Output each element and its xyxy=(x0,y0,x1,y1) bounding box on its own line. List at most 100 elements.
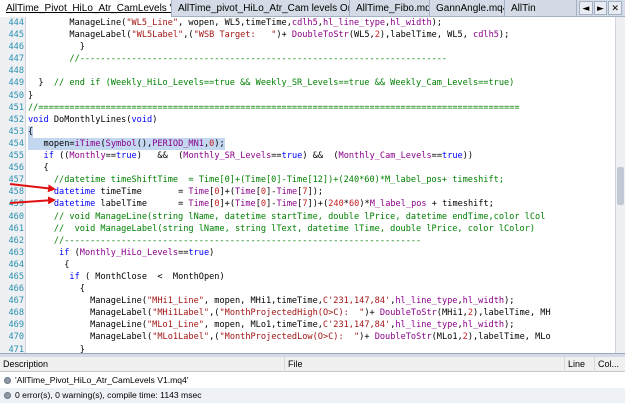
error-list-row[interactable]: 0 error(s), 0 warning(s), compile time: … xyxy=(0,388,625,403)
tab-alltime-fibo[interactable]: AllTime_Fibo.mq4 xyxy=(350,0,430,17)
tab-alltime-pivot-v1[interactable]: AllTime_Pivot_HiLo_Atr_CamLevels V1.mq4 xyxy=(0,0,172,18)
line-text: ManageLabel("MHi1Label",("MonthProjected… xyxy=(28,307,551,319)
error-list-row[interactable]: 'AllTime_Pivot_HiLo_Atr_CamLevels V1.mq4… xyxy=(0,373,625,388)
vertical-scrollbar[interactable] xyxy=(615,17,625,353)
line-number: 452 xyxy=(8,114,24,125)
code-token: , mopen, MHi1,timeTime, xyxy=(203,296,323,307)
code-line[interactable]: 462 //----------------------------------… xyxy=(0,235,615,247)
code-line[interactable]: 448 xyxy=(0,65,615,77)
line-text: ManageLabel("WL5Label",("WSB Target: ")+… xyxy=(28,29,509,41)
tab-gannangle[interactable]: GannAngle.mq4 xyxy=(430,0,505,17)
code-token: 240 xyxy=(328,199,344,210)
line-number: 450 xyxy=(8,90,24,101)
code-editor[interactable]: 444 ManageLine("WL5_Line", wopen, WL5,ti… xyxy=(0,17,625,353)
code-line[interactable]: 461 // void ManageLabel(string lName, st… xyxy=(0,223,615,235)
code-token: DoubleToStr xyxy=(374,332,432,343)
code-line[interactable]: 447 //----------------------------------… xyxy=(0,53,615,65)
code-token: datetime xyxy=(53,187,96,198)
code-token: == xyxy=(271,151,282,162)
code-token: { xyxy=(28,284,85,295)
code-token: // end if (Weekly_HiLo_Levels==true && W… xyxy=(53,78,515,89)
tab-alltime-pivot-origin[interactable]: AllTime_pivot_HiLo_Atr_Cam levels Origin… xyxy=(172,0,350,17)
code-token: C'231,147,84' xyxy=(322,320,391,331)
code-line[interactable]: 446 } xyxy=(0,41,615,53)
line-number: 460 xyxy=(8,211,24,222)
code-line[interactable]: 457 //datetime timeShiftTime = Time[0]+(… xyxy=(0,174,615,186)
line-text: datetime timeTime = Time[0]+(Time[0]-Tim… xyxy=(28,186,323,198)
code-token: + timeshift; xyxy=(426,199,494,210)
column-line[interactable]: Line xyxy=(565,357,595,372)
code-token: == xyxy=(178,247,189,258)
code-line[interactable]: 453 { xyxy=(0,125,615,138)
code-line[interactable]: 450} xyxy=(0,90,615,102)
column-description[interactable]: Description xyxy=(0,357,285,372)
line-number: 445 xyxy=(8,30,24,41)
line-text: datetime labelTime = Time[0]+(Time[0]-Ti… xyxy=(28,198,494,210)
code-token: "WSB Target: " xyxy=(193,30,277,41)
code-token: ) xyxy=(152,114,158,125)
code-token: "WL5Label" xyxy=(131,30,184,41)
code-line[interactable]: 458 datetime timeTime = Time[0]+(Time[0]… xyxy=(0,186,615,198)
code-line[interactable]: 445 ManageLabel("WL5Label",("WSB Target:… xyxy=(0,29,615,41)
code-line[interactable]: 470 ManageLabel("MLo1Label",("MonthProje… xyxy=(0,331,615,343)
code-line[interactable]: 467 ManageLine("MHi1_Line", mopen, MHi1,… xyxy=(0,295,615,307)
code-token: //--------------------------------------… xyxy=(28,235,422,246)
code-line[interactable]: 456 { xyxy=(0,162,615,174)
code-token: ]); xyxy=(307,187,324,198)
line-number: 459 xyxy=(8,199,24,210)
code-token: ,( xyxy=(183,30,194,41)
code-token: // void ManageLine(string lName, datetim… xyxy=(28,211,546,222)
code-token: timeTime = xyxy=(95,187,189,198)
code-lines[interactable]: 444 ManageLine("WL5_Line", wopen, WL5,ti… xyxy=(0,17,615,353)
code-line[interactable]: 468 ManageLabel("MHi1Label",("MonthProje… xyxy=(0,307,615,319)
code-line[interactable]: 455 if ((Monthly==true) && (Monthly_SR_L… xyxy=(0,150,615,162)
code-line[interactable]: 460 // void ManageLine(string lName, dat… xyxy=(0,211,615,223)
line-number: 462 xyxy=(8,235,24,246)
line-number: 448 xyxy=(8,66,24,77)
code-token: (), xyxy=(136,138,153,149)
code-line[interactable]: 449 } // end if (Weekly_HiLo_Levels==tru… xyxy=(0,77,615,89)
code-token: )+ xyxy=(359,332,375,343)
code-token: void xyxy=(131,114,153,125)
code-token: ) && ( xyxy=(302,151,339,162)
tab-alltin[interactable]: AllTin xyxy=(505,0,577,17)
column-col[interactable]: Col... xyxy=(595,357,625,372)
close-icon[interactable]: ✕ xyxy=(608,1,623,15)
code-line[interactable]: 464 { xyxy=(0,259,615,271)
column-file[interactable]: File xyxy=(285,357,565,372)
code-line[interactable]: 466 { xyxy=(0,283,615,295)
code-line[interactable]: 471 } xyxy=(0,344,615,353)
chevron-right-icon[interactable]: ► xyxy=(593,1,608,15)
code-line[interactable]: 469 ManageLine("MLo1_Line", mopen, MLo1,… xyxy=(0,319,615,331)
error-list-panel: Description File Line Col... 'AllTime_Pi… xyxy=(0,357,625,411)
code-token: ManageLabel( xyxy=(28,332,153,343)
code-token: if xyxy=(43,151,54,162)
tab-label: AllTime_Fibo.mq4 xyxy=(356,3,430,14)
code-token: ,( xyxy=(209,332,220,343)
code-token: true xyxy=(116,151,137,162)
scrollbar-thumb[interactable] xyxy=(617,167,624,205)
code-token: Monthly_Cam_Levels xyxy=(338,151,432,162)
code-line[interactable]: 459 datetime labelTime = Time[0]+(Time[0… xyxy=(0,198,615,210)
code-line[interactable]: 444 ManageLine("WL5_Line", wopen, WL5,ti… xyxy=(0,17,615,29)
code-token: { xyxy=(28,163,49,174)
line-text: { xyxy=(28,162,49,174)
code-line[interactable]: 465 if ( MonthClose < MonthOpen) xyxy=(0,271,615,283)
code-token: 60 xyxy=(348,199,360,210)
code-line[interactable]: 463 if (Monthly_HiLo_Levels==true) xyxy=(0,247,615,259)
code-line[interactable]: 451 //===================================… xyxy=(0,102,615,114)
code-line[interactable]: 454 mopen=iTime(Symbol(),PERIOD_MN1,0); xyxy=(0,137,615,151)
tab-controls: ◄ ► ✕ xyxy=(579,1,623,16)
code-token: ) && ( xyxy=(136,151,184,162)
code-token: hl_line_type xyxy=(395,320,458,331)
code-line[interactable]: 452 void DoMonthlyLines(void) xyxy=(0,114,615,126)
code-token: ]- xyxy=(266,199,277,210)
code-token: "MonthProjectedHigh(O>C): " xyxy=(219,308,365,319)
tab-label: AllTime_Pivot_HiLo_Atr_CamLevels V1.mq4 xyxy=(6,3,171,14)
chevron-left-icon[interactable]: ◄ xyxy=(579,1,593,15)
code-token: )) xyxy=(462,151,474,162)
code-token: DoubleToStr xyxy=(379,308,437,319)
line-number: 447 xyxy=(8,54,24,65)
line-text: //--------------------------------------… xyxy=(28,235,421,247)
